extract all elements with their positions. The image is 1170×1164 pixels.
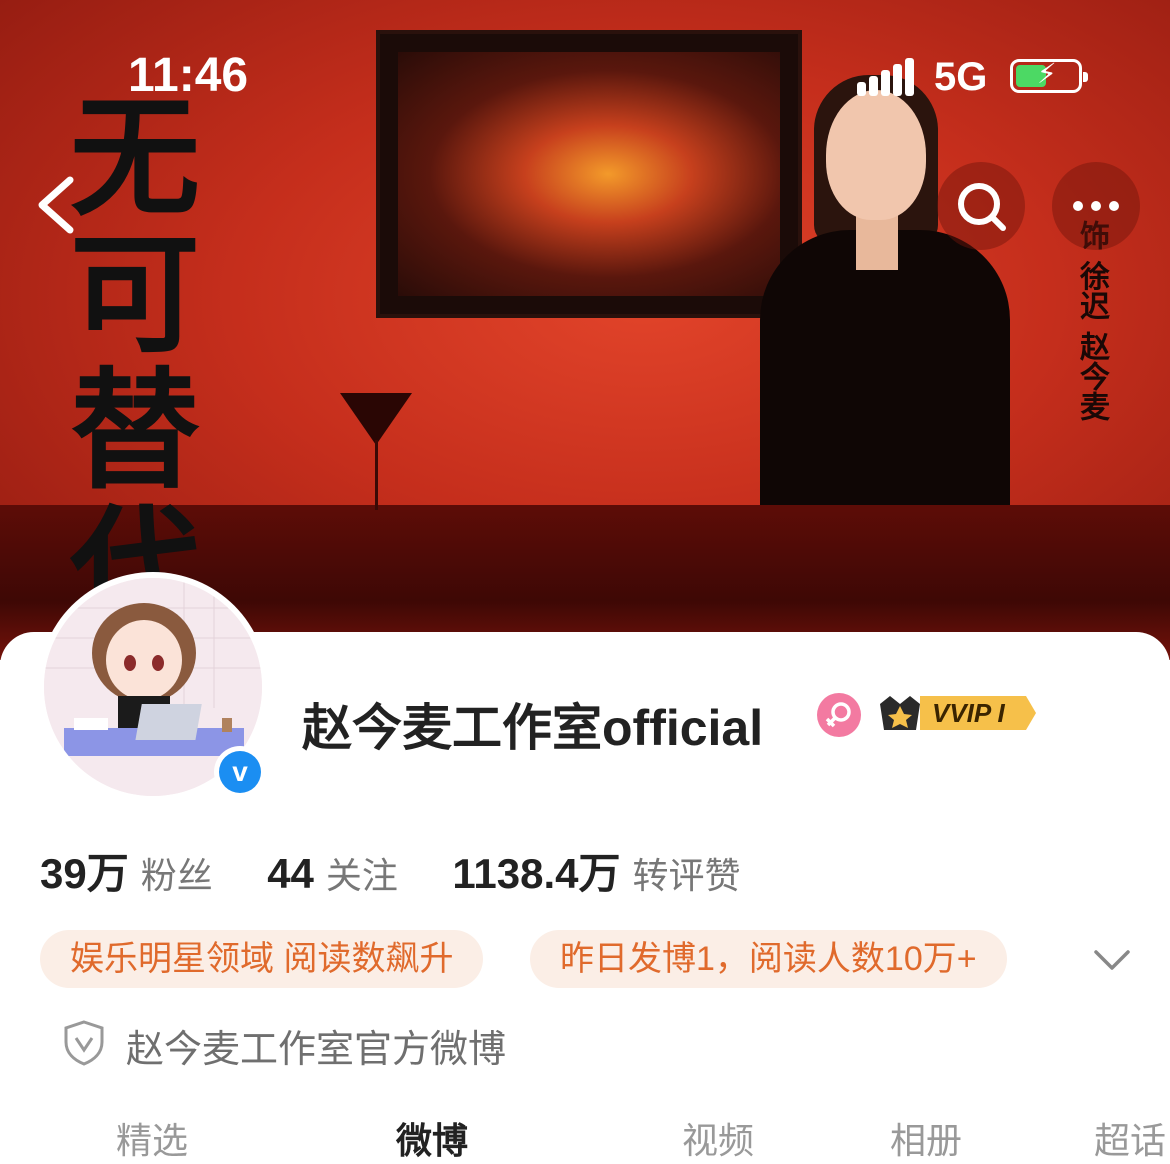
cocktail-glass — [340, 393, 412, 445]
back-button[interactable] — [30, 170, 90, 240]
cover-title: 无可替代 — [70, 81, 200, 644]
stat-value: 44 — [267, 850, 314, 897]
tag-entertainment[interactable]: 娱乐明星领域 阅读数飙升 — [40, 930, 484, 988]
cover-side-text: 饰 徐迟 赵今麦 — [1074, 220, 1109, 421]
tab-super-topic[interactable]: 超话 — [1094, 1112, 1166, 1164]
stat-label: 关注 — [325, 855, 398, 896]
verified-icon: v — [219, 751, 261, 793]
chevron-left-icon — [38, 176, 74, 234]
stat-following[interactable]: 44 关注 — [267, 847, 398, 899]
network-type: 5G — [934, 55, 988, 99]
vip-label: VVIP I — [932, 698, 1005, 728]
verified-badge: v — [214, 746, 266, 798]
tab-videos[interactable]: 视频 — [682, 1112, 754, 1164]
stat-label: 粉丝 — [140, 855, 213, 896]
stat-label: 转评赞 — [632, 855, 741, 896]
shield-icon — [62, 1018, 106, 1066]
tab-albums[interactable]: 相册 — [890, 1112, 962, 1164]
tab-weibo[interactable]: 微博 — [396, 1112, 468, 1164]
avatar[interactable]: v — [38, 572, 268, 802]
more-button[interactable] — [1052, 162, 1140, 250]
vip-badge[interactable]: VVIP I — [876, 690, 1038, 736]
tab-featured[interactable]: 精选 — [116, 1112, 188, 1164]
search-icon — [958, 183, 1006, 231]
status-time: 11:46 — [128, 49, 249, 102]
stat-value: 1138.4万 — [452, 850, 621, 897]
profile-description: 赵今麦工作室官方微博 — [126, 1029, 507, 1071]
ellipsis-icon — [1073, 201, 1119, 211]
signal-icon — [857, 58, 915, 96]
stat-fans[interactable]: 39万 粉丝 — [40, 840, 213, 901]
stat-interactions[interactable]: 1138.4万 转评赞 — [452, 840, 740, 901]
expand-button[interactable] — [1090, 940, 1134, 980]
cover-person — [730, 70, 1030, 520]
battery-icon: ⚡ — [1010, 59, 1088, 93]
profile-name: 赵今麦工作室official — [302, 700, 764, 756]
search-button[interactable] — [937, 162, 1025, 250]
stats-row: 39万 粉丝 44 关注 1138.4万 转评赞 — [40, 840, 791, 901]
profile-tabs: 精选 微博 视频 相册 超话 — [0, 1112, 1170, 1161]
female-gender-icon — [817, 693, 861, 737]
chevron-down-icon — [1094, 950, 1130, 970]
tag-yesterday-posts[interactable]: 昨日发博1，阅读人数10万+ — [530, 930, 1007, 988]
stat-value: 39万 — [40, 850, 129, 897]
